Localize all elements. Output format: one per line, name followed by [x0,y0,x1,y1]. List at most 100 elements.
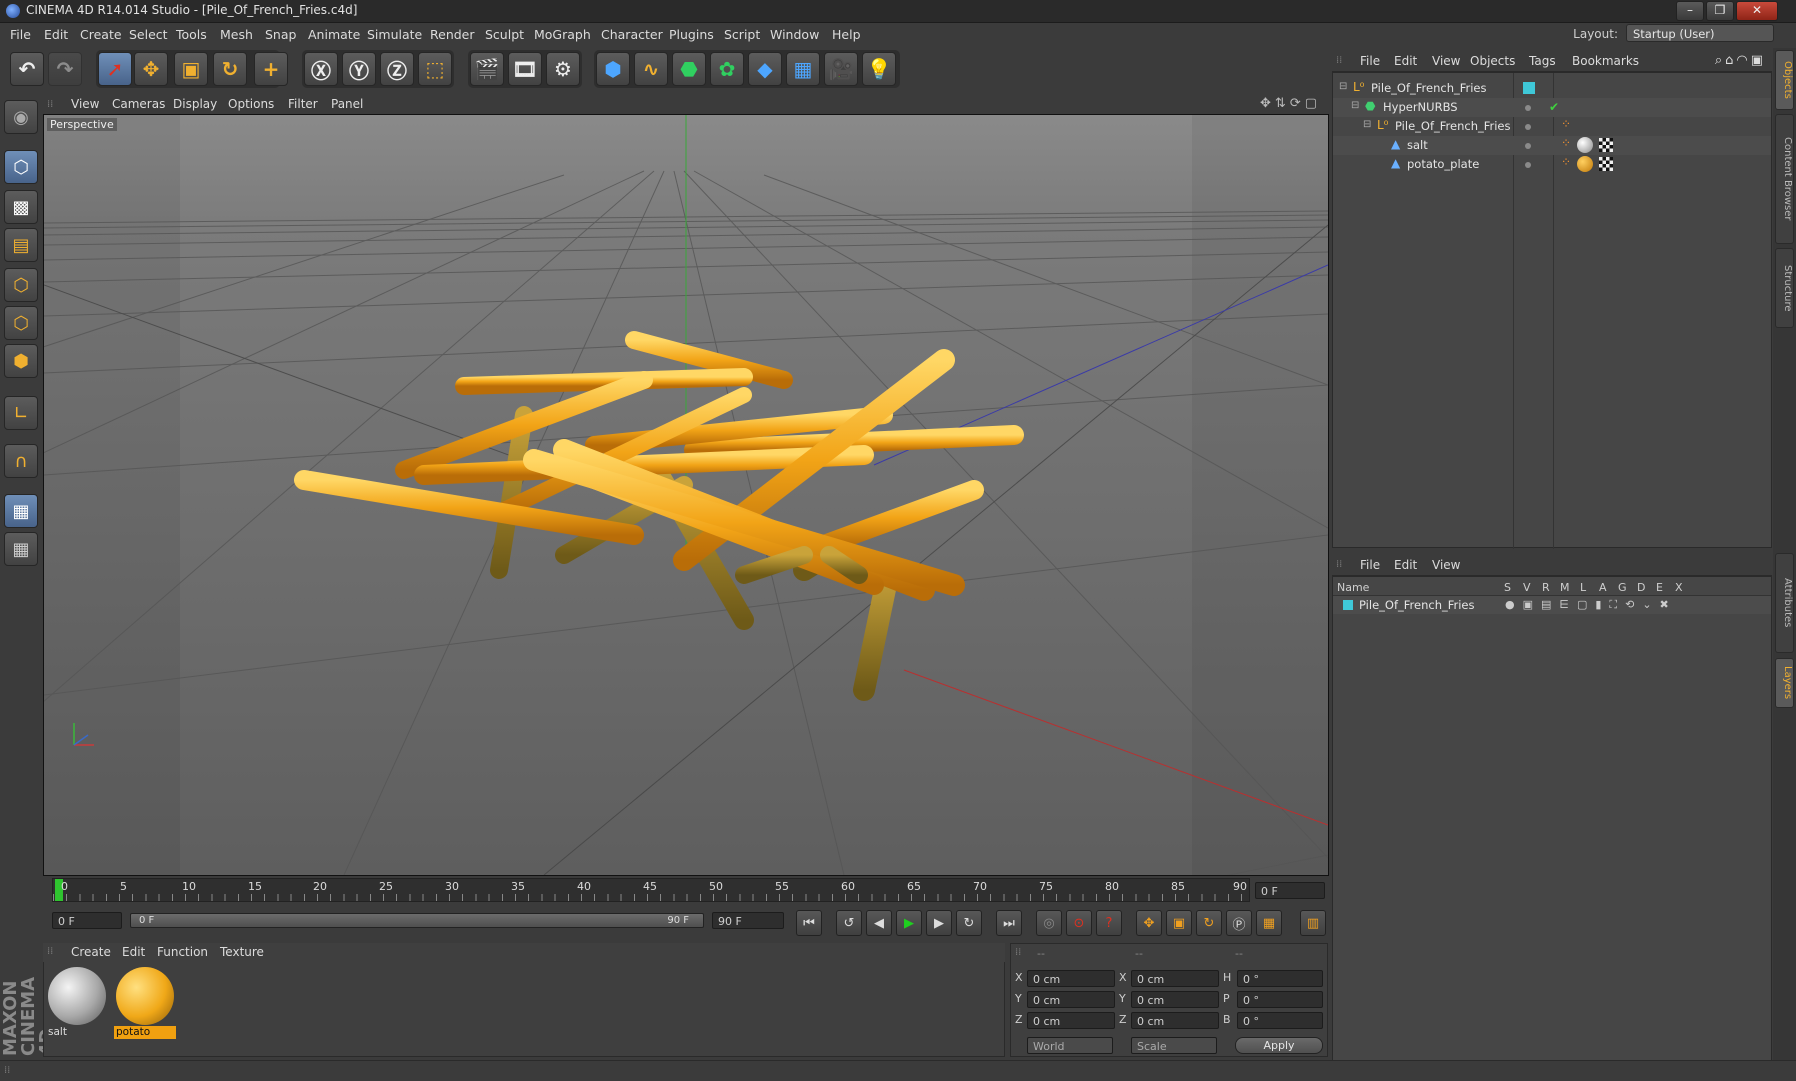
objects-menu-objects[interactable]: Objects [1470,54,1515,68]
objects-menu-file[interactable]: File [1360,54,1380,68]
z-axis-lock-icon[interactable]: Ⓩ [380,52,414,86]
texture-mode-icon[interactable]: ▩ [4,190,38,224]
object-row[interactable]: ▲ salt ⁘ [1333,136,1771,155]
objects-menu-view[interactable]: View [1432,54,1460,68]
tab-structure[interactable]: Structure [1775,248,1794,328]
layer-color-swatch[interactable] [1343,600,1353,610]
menu-edit[interactable]: Edit [44,27,68,42]
expand-icon[interactable]: ⊟ [1363,119,1371,130]
tweak-magnet-icon[interactable]: ∩ [4,444,38,478]
live-selection-icon[interactable]: ➚ [98,52,132,86]
rotate-tool-icon[interactable]: ↻ [213,52,247,86]
timeline-window-icon[interactable]: ▥ [1300,910,1326,936]
visibility-dot[interactable] [1525,105,1531,111]
material-tag-icon[interactable] [1577,137,1593,153]
workplane-lock-icon[interactable]: ▦ [4,494,38,528]
object-row[interactable]: ⊟ ⬣ HyperNURBS ✔ [1333,98,1771,117]
key-scale-icon[interactable]: ▣ [1166,910,1192,936]
viewport-menu-filter[interactable]: Filter [288,97,318,111]
minimize-button[interactable]: – [1676,1,1704,21]
deformer-icon[interactable]: ◆ [748,52,782,86]
last-tool-icon[interactable]: + [254,52,288,86]
object-row[interactable]: ⊟ L⁰ Pile_Of_French_Fries [1333,79,1771,98]
menu-render[interactable]: Render [430,27,475,42]
expand-icon[interactable]: ⊟ [1339,81,1347,92]
end-frame-field[interactable]: 90 F [712,912,784,929]
previous-frame-icon[interactable]: ◀ [866,910,892,936]
menu-create[interactable]: Create [80,27,122,42]
light-icon[interactable]: 💡 [862,52,896,86]
current-frame-field[interactable]: 0 F [1255,882,1325,899]
menu-mograph[interactable]: MoGraph [534,27,591,42]
model-mode-icon[interactable]: ⬡ [4,150,38,184]
object-row[interactable]: ▲ potato_plate ⁘ [1333,155,1771,174]
coordinate-system-icon[interactable]: ⬚ [418,52,452,86]
polygons-mode-icon[interactable]: ⬢ [4,344,38,378]
position-x-field[interactable]: 0 cm [1027,970,1115,987]
rotation-p-field[interactable]: 0 ° [1237,991,1323,1008]
scale-tool-icon[interactable]: ▣ [174,52,208,86]
size-z-field[interactable]: 0 cm [1131,1012,1219,1029]
layout-select[interactable]: Startup (User) [1626,24,1774,42]
snap-settings-icon[interactable]: ▦ [4,532,38,566]
uvw-tag-icon[interactable] [1599,138,1613,152]
materials-menu-function[interactable]: Function [157,945,208,959]
material-potato[interactable]: potato [114,965,176,1039]
apply-button[interactable]: Apply [1235,1037,1323,1054]
menu-simulate[interactable]: Simulate [367,27,422,42]
next-key-icon[interactable]: ↻ [956,910,982,936]
objects-menu-tags[interactable]: Tags [1529,54,1556,68]
render-picture-viewer-icon[interactable]: 🎞 [508,52,542,86]
visibility-dot[interactable] [1525,162,1531,168]
visibility-dot[interactable] [1525,143,1531,149]
previous-key-icon[interactable]: ↺ [836,910,862,936]
viewport-menu-cameras[interactable]: Cameras [112,97,165,111]
key-pla-icon[interactable]: ▦ [1256,910,1282,936]
cube-primitive-icon[interactable]: ⬢ [596,52,630,86]
keyframe-help-icon[interactable]: ? [1096,910,1122,936]
array-icon[interactable]: ✿ [710,52,744,86]
menu-file[interactable]: File [10,27,31,42]
menu-script[interactable]: Script [724,27,760,42]
workplane-mode-icon[interactable]: ▤ [4,228,38,262]
materials-menu-edit[interactable]: Edit [122,945,145,959]
layers-menu-view[interactable]: View [1432,558,1460,572]
position-z-field[interactable]: 0 cm [1027,1012,1115,1029]
menu-character[interactable]: Character [601,27,663,42]
camera-icon[interactable]: 🎥 [824,52,858,86]
maximize-button[interactable]: ❐ [1706,1,1734,21]
objects-menu-bookmarks[interactable]: Bookmarks [1572,54,1639,68]
perspective-viewport[interactable]: Perspective [43,114,1329,876]
materials-menu-texture[interactable]: Texture [220,945,264,959]
uvw-tag-icon[interactable] [1599,157,1613,171]
floor-scene-icon[interactable]: ▦ [786,52,820,86]
material-tag-icon[interactable] [1577,156,1593,172]
move-tool-icon[interactable]: ✥ [134,52,168,86]
object-row[interactable]: ⊟ L⁰ Pile_Of_French_Fries ⁘ [1333,117,1771,136]
tab-layers[interactable]: Layers [1775,658,1794,708]
layer-row[interactable]: Pile_Of_French_Fries ●▣▤⋿▢▮⛶⟲⌄✖ [1333,596,1771,614]
viewport-menu-panel[interactable]: Panel [331,97,363,111]
nurbs-icon[interactable]: ⬣ [672,52,706,86]
position-y-field[interactable]: 0 cm [1027,991,1115,1008]
play-icon[interactable]: ▶ [896,910,922,936]
menu-mesh[interactable]: Mesh [220,27,253,42]
viewport-menu-options[interactable]: Options [228,97,274,111]
menu-animate[interactable]: Animate [308,27,360,42]
y-axis-lock-icon[interactable]: Ⓨ [342,52,376,86]
tab-objects[interactable]: Objects [1775,50,1794,110]
go-to-end-icon[interactable]: ⏭ [996,910,1022,936]
menu-plugins[interactable]: Plugins [669,27,714,42]
scale-select[interactable]: Scale [1131,1037,1217,1054]
render-settings-icon[interactable]: ⚙ [546,52,580,86]
undo-icon[interactable]: ↶ [10,52,44,86]
world-select[interactable]: World [1027,1037,1113,1054]
start-frame-field[interactable]: 0 F [52,912,122,929]
objects-menu-edit[interactable]: Edit [1394,54,1417,68]
menu-help[interactable]: Help [832,27,861,42]
key-position-icon[interactable]: ✥ [1136,910,1162,936]
record-keys-icon[interactable]: ◎ [1036,910,1062,936]
render-view-icon[interactable]: 🎬 [470,52,504,86]
expand-icon[interactable]: ⊟ [1351,100,1359,111]
menu-tools[interactable]: Tools [176,27,207,42]
